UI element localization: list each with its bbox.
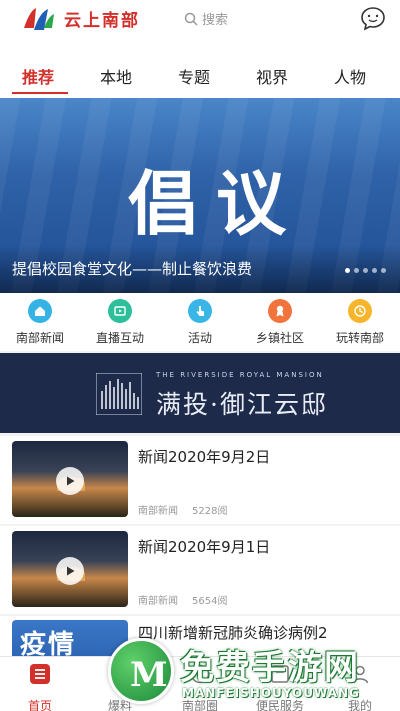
- carousel-dot: [381, 268, 386, 273]
- search-placeholder: 搜索: [202, 13, 229, 28]
- news-views: 5228阅: [192, 506, 228, 517]
- nav-report[interactable]: 爆料: [80, 663, 160, 711]
- award-icon: [268, 299, 292, 323]
- carousel-dot: [345, 268, 350, 273]
- ad-english-title: THE RIVERSIDE ROYAL MANSION: [156, 371, 324, 379]
- quick-nav-news[interactable]: 南部新闻: [0, 299, 80, 346]
- user-icon: [351, 665, 369, 684]
- news-title: 四川新增新冠肺炎确诊病例2: [138, 624, 328, 642]
- tap-hand-icon: [188, 299, 212, 323]
- nav-label: 南部圈: [181, 699, 218, 711]
- ad-chinese-title: 满投·御江云邸: [156, 390, 328, 419]
- quick-nav-community[interactable]: 乡镇社区: [240, 299, 320, 346]
- home-icon: [28, 299, 52, 323]
- ad-banner[interactable]: THE RIVERSIDE ROYAL MANSION 满投·御江云邸: [0, 353, 400, 433]
- tab-local[interactable]: 本地: [100, 64, 132, 88]
- message-bubble-icon[interactable]: [360, 6, 386, 32]
- news-views: 5654阅: [192, 596, 228, 607]
- active-tab-indicator: [12, 92, 68, 94]
- news-video-thumbnail: [12, 531, 128, 607]
- search-icon: [184, 12, 198, 26]
- nav-label: 我的: [347, 699, 372, 711]
- news-meta: 南部新闻 5654阅: [138, 592, 227, 607]
- quick-nav-live[interactable]: 直播互动: [80, 299, 160, 346]
- nav-label: 首页: [27, 699, 52, 711]
- thumbnail-text: 疫情: [20, 630, 77, 656]
- quick-nav-label: 南部新闻: [15, 331, 64, 345]
- clock-icon: [348, 299, 372, 323]
- quick-nav-explore[interactable]: 玩转南部: [320, 299, 400, 346]
- news-source: 南部新闻: [138, 506, 178, 517]
- news-meta: 南部新闻 5228阅: [138, 502, 227, 517]
- carousel-dot: [363, 268, 368, 273]
- quick-nav-label: 玩转南部: [335, 331, 384, 345]
- app-name: 云上南部: [64, 11, 140, 31]
- building-logo-icon: [96, 373, 142, 415]
- quick-nav-activity[interactable]: 活动: [160, 299, 240, 346]
- nav-label: 便民服务: [255, 699, 304, 711]
- news-item[interactable]: 新闻2020年9月2日 南部新闻 5228阅: [0, 436, 400, 524]
- play-icon[interactable]: [56, 557, 84, 585]
- tab-vision[interactable]: 视界: [256, 64, 288, 88]
- home-menu-icon: [30, 664, 50, 684]
- quick-nav-label: 活动: [187, 331, 212, 345]
- play-icon[interactable]: [56, 467, 84, 495]
- news-source: 南部新闻: [138, 596, 178, 607]
- carousel-dot: [372, 268, 377, 273]
- tab-topics[interactable]: 专题: [178, 64, 210, 88]
- news-item[interactable]: 新闻2020年9月1日 南部新闻 5654阅: [0, 526, 400, 614]
- news-title: 新闻2020年9月2日: [138, 448, 271, 466]
- app-header: 云上南部 搜索: [0, 0, 400, 40]
- banner-headline: 倡议: [128, 162, 304, 245]
- nav-services[interactable]: 便民服务: [240, 663, 320, 711]
- category-tabs: 推荐 本地 专题 视界 人物: [0, 40, 400, 98]
- carousel-indicator: [345, 268, 386, 273]
- news-title: 新闻2020年9月1日: [138, 538, 271, 556]
- quick-nav-label: 乡镇社区: [255, 331, 304, 345]
- search-box[interactable]: 搜索: [184, 9, 228, 28]
- news-thumbnail: 疫情: [12, 620, 128, 656]
- service-icon: [271, 665, 289, 683]
- circle-icon: [190, 664, 210, 684]
- banner-caption: 提倡校园食堂文化——制止餐饮浪费: [12, 260, 253, 278]
- nav-profile[interactable]: 我的: [320, 663, 400, 711]
- quick-nav-label: 直播互动: [95, 331, 144, 345]
- tab-recommend[interactable]: 推荐: [22, 64, 54, 88]
- banner-carousel[interactable]: 倡议 提倡校园食堂文化——制止餐饮浪费: [0, 98, 400, 293]
- nav-home[interactable]: 首页: [0, 663, 80, 711]
- nav-label: 爆料: [107, 699, 132, 711]
- bottom-nav: 首页 爆料 南部圈 便民服务 我的: [0, 656, 400, 711]
- app-logo-icon: [24, 8, 54, 30]
- camera-icon: [110, 667, 130, 682]
- news-item[interactable]: 疫情 四川新增新冠肺炎确诊病例2: [0, 616, 400, 656]
- tab-people[interactable]: 人物: [334, 64, 366, 88]
- nav-circle[interactable]: 南部圈: [160, 663, 240, 711]
- news-video-thumbnail: [12, 441, 128, 517]
- quick-nav: 南部新闻 直播互动 活动 乡镇社区 玩转南部: [0, 293, 400, 351]
- carousel-dot: [354, 268, 359, 273]
- tv-icon: [108, 299, 132, 323]
